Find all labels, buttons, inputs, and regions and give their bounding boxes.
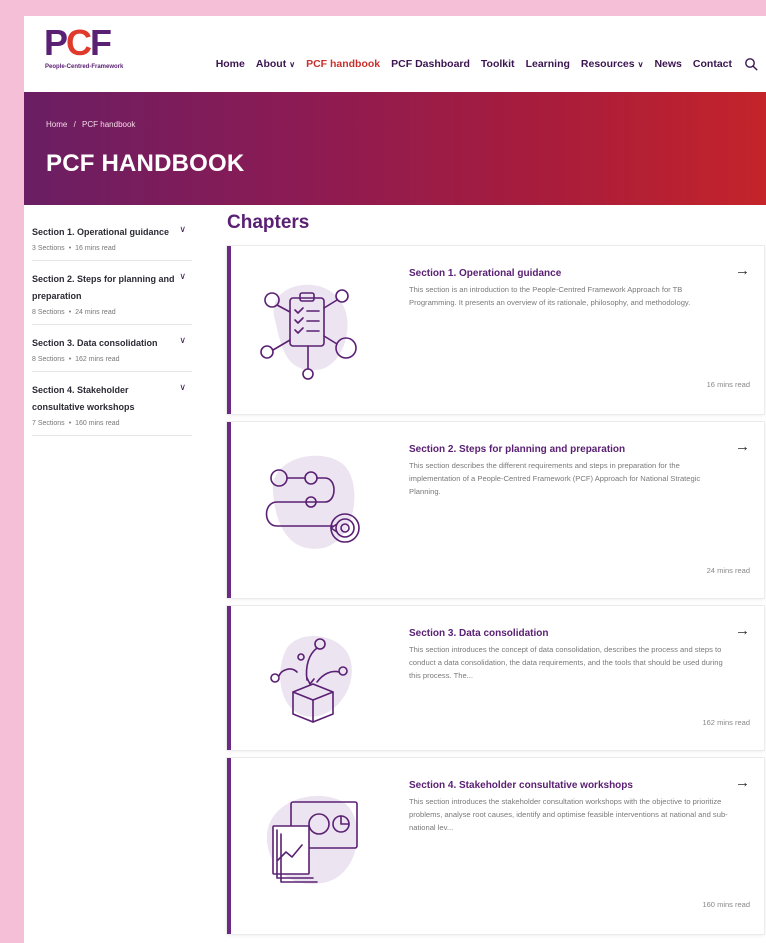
sidebar-item-section-3[interactable]: Section 3. Data consolidation ∨ 8 Sectio… (32, 325, 192, 372)
sidebar-item-section-2[interactable]: Section 2. Steps for planning and prepar… (32, 261, 192, 325)
chevron-down-icon[interactable]: ∨ (179, 271, 186, 282)
site-header: PCF People-Centred-Framework Home About ∨… (24, 16, 766, 92)
chapters-heading: Chapters (227, 212, 310, 233)
nav-news[interactable]: News (654, 58, 681, 70)
sidebar-item-title: Section 4. Stakeholder consultative work… (32, 385, 135, 412)
nav-resources[interactable]: Resources ∨ (581, 58, 644, 70)
chapter-card-section-1[interactable]: Section 1. Operational guidance This sec… (227, 246, 764, 414)
chevron-down-icon[interactable]: ∨ (179, 335, 186, 346)
chapters-sidebar: Section 1. Operational guidance ∨ 3 Sect… (32, 214, 192, 436)
chapter-card-title: Section 3. Data consolidation (409, 628, 549, 639)
breadcrumb-current: PCF handbook (82, 120, 136, 129)
nav-learning[interactable]: Learning (526, 58, 570, 70)
chapters-main: Chapters Section 1. Operational guidance… (224, 212, 766, 934)
arrow-right-icon[interactable]: → (735, 438, 750, 455)
search-icon[interactable] (744, 57, 758, 71)
chapter-card-section-3[interactable]: Section 3. Data consolidation This secti… (227, 606, 764, 750)
presentation-charts-icon (245, 772, 375, 902)
nav-pcf-handbook[interactable]: PCF handbook (306, 58, 380, 70)
chapter-card-description: This section introduces the stakeholder … (409, 797, 728, 832)
chapter-card-body: Section 1. Operational guidance This sec… (409, 268, 729, 309)
path-target-icon (245, 436, 375, 566)
arrow-right-icon[interactable]: → (735, 262, 750, 279)
breadcrumb-separator: / (73, 120, 76, 129)
chapter-card-read-time: 162 mins read (702, 718, 750, 727)
arrow-right-icon[interactable]: → (735, 774, 750, 791)
chevron-down-icon[interactable]: ∨ (179, 382, 186, 393)
chevron-down-icon[interactable]: ∨ (179, 224, 186, 235)
chapter-card-section-2[interactable]: Section 2. Steps for planning and prepar… (227, 422, 764, 598)
chapter-card-description: This section is an introduction to the P… (409, 285, 691, 307)
nav-home[interactable]: Home (216, 58, 245, 70)
chapter-card-body: Section 4. Stakeholder consultative work… (409, 780, 729, 834)
nav-pcf-dashboard[interactable]: PCF Dashboard (391, 58, 470, 70)
sidebar-item-section-1[interactable]: Section 1. Operational guidance ∨ 3 Sect… (32, 214, 192, 261)
chapter-card-section-4[interactable]: Section 4. Stakeholder consultative work… (227, 758, 764, 934)
sidebar-item-title: Section 1. Operational guidance (32, 227, 170, 237)
breadcrumb: Home / PCF handbook (46, 120, 139, 129)
chapter-card-description: This section describes the different req… (409, 461, 701, 496)
chapter-card-read-time: 16 mins read (706, 380, 750, 389)
chapter-card-body: Section 3. Data consolidation This secti… (409, 628, 729, 682)
chevron-down-icon: ∨ (289, 59, 296, 69)
breadcrumb-home[interactable]: Home (46, 120, 67, 129)
nav-contact[interactable]: Contact (693, 58, 732, 70)
sidebar-item-meta: 7 Sections • 160 mins read (32, 420, 120, 427)
page-title: PCF HANDBOOK (46, 150, 245, 177)
clipboard-network-icon (245, 260, 375, 390)
logo-wordmark: PCF (44, 22, 112, 63)
nav-toolkit[interactable]: Toolkit (481, 58, 515, 70)
chapter-card-title: Section 1. Operational guidance (409, 268, 562, 279)
sidebar-item-meta: 8 Sections • 162 mins read (32, 356, 120, 363)
logo-subtitle: People-Centred-Framework (45, 64, 124, 70)
sidebar-item-meta: 3 Sections • 16 mins read (32, 245, 116, 252)
sidebar-item-title: Section 3. Data consolidation (32, 338, 158, 348)
nav-about[interactable]: About ∨ (256, 58, 295, 70)
hero-banner: Home / PCF handbook PCF HANDBOOK (24, 92, 766, 205)
arrow-right-icon[interactable]: → (735, 622, 750, 639)
data-box-icon (245, 612, 375, 742)
sidebar-item-section-4[interactable]: Section 4. Stakeholder consultative work… (32, 372, 192, 436)
sidebar-item-title: Section 2. Steps for planning and prepar… (32, 274, 175, 301)
sidebar-item-meta: 8 Sections • 24 mins read (32, 309, 116, 316)
page-frame: PCF People-Centred-Framework Home About ∨… (24, 16, 766, 943)
chapter-card-body: Section 2. Steps for planning and prepar… (409, 444, 729, 498)
chapter-card-title: Section 4. Stakeholder consultative work… (409, 780, 633, 791)
chapter-card-title: Section 2. Steps for planning and prepar… (409, 444, 626, 455)
main-nav: Home About ∨ PCF handbook PCF Dashboard T… (205, 56, 758, 72)
chevron-down-icon: ∨ (637, 59, 644, 69)
chapter-card-read-time: 24 mins read (706, 566, 750, 575)
chapter-card-description: This section introduces the concept of d… (409, 645, 723, 680)
chapter-card-read-time: 160 mins read (702, 900, 750, 909)
pcf-logo[interactable]: PCF People-Centred-Framework (44, 24, 144, 80)
